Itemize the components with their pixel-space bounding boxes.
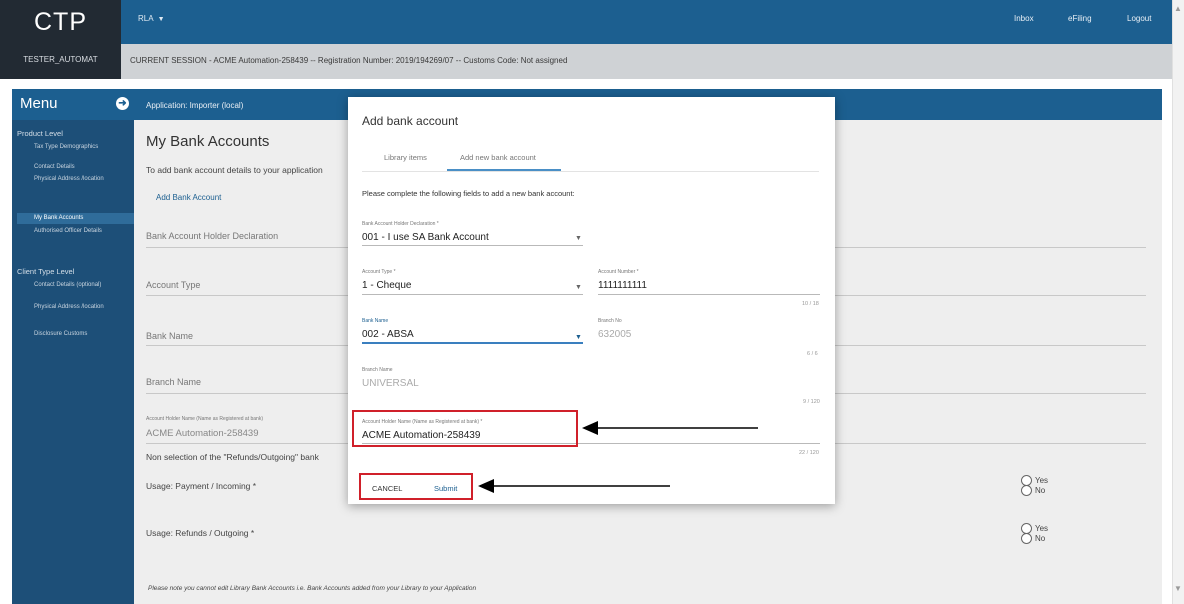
sidebar-item-client-physical-address[interactable]: Physical Address /location bbox=[34, 304, 130, 311]
account-type-select-value[interactable]: 1 - Cheque bbox=[362, 280, 411, 291]
field-label-account-type: Account Type bbox=[146, 280, 201, 290]
bank-name-select-value[interactable]: 002 - ABSA bbox=[362, 329, 414, 340]
usage-payment-label: Usage: Payment / Incoming * bbox=[146, 481, 257, 491]
field-label-bank-name: Bank Name bbox=[146, 331, 194, 341]
menu-title: Menu bbox=[20, 95, 58, 112]
form-instruction: Please complete the following fields to … bbox=[362, 189, 575, 198]
highlight-buttons bbox=[359, 473, 473, 500]
scroll-down-icon[interactable]: ▼ bbox=[1174, 584, 1182, 593]
account-number-label: Account Number * bbox=[598, 269, 639, 275]
sidebar-item-contact-details[interactable]: Contact Details bbox=[34, 164, 130, 171]
menu-toggle-icon[interactable]: ➜ bbox=[116, 97, 129, 110]
chevron-down-icon[interactable]: ▼ bbox=[575, 334, 582, 341]
branch-no-counter: 6 / 6 bbox=[807, 351, 818, 357]
library-note: Please note you cannot edit Library Bank… bbox=[148, 585, 477, 592]
section-product-level: Product Level bbox=[17, 129, 63, 138]
account-number-underline bbox=[598, 294, 820, 295]
application-label: Application: Importer (local) bbox=[146, 101, 244, 110]
dialog-title: Add bank account bbox=[362, 114, 459, 128]
bank-name-label: Bank Name bbox=[362, 318, 389, 324]
sidebar-item-authorised-officer[interactable]: Authorised Officer Details bbox=[34, 228, 130, 235]
field-label-holder-declaration: Bank Account Holder Declaration bbox=[146, 231, 279, 241]
declaration-select-underline bbox=[362, 245, 583, 246]
efiling-link[interactable]: eFiling bbox=[1068, 14, 1092, 23]
logout-link[interactable]: Logout bbox=[1127, 14, 1151, 23]
chevron-down-icon[interactable]: ▼ bbox=[575, 284, 582, 291]
bank-name-select-underline bbox=[362, 342, 583, 344]
menu-header: Menu ➜ bbox=[12, 89, 134, 120]
inbox-link[interactable]: Inbox bbox=[1014, 14, 1034, 23]
branch-name-value: UNIVERSAL bbox=[362, 378, 419, 389]
tab-divider bbox=[362, 171, 819, 172]
role-menu[interactable]: RLA ▼ bbox=[138, 14, 165, 23]
active-tab-indicator bbox=[447, 169, 561, 171]
page-scrollbar[interactable]: ▲ ▼ bbox=[1172, 0, 1184, 604]
arrow-left-icon bbox=[582, 421, 758, 435]
user-id: TESTER_AUTOMAT bbox=[23, 55, 98, 64]
usage-refunds-label: Usage: Refunds / Outgoing * bbox=[146, 528, 255, 538]
branch-name-counter: 9 / 120 bbox=[803, 399, 820, 405]
tab-library-items[interactable]: Library items bbox=[384, 153, 427, 162]
app-logo: CTP bbox=[34, 8, 87, 36]
session-bar: CURRENT SESSION - ACME Automation-258439… bbox=[121, 44, 1172, 79]
declaration-select-value[interactable]: 001 - I use SA Bank Account bbox=[362, 232, 489, 243]
account-type-label: Account Type * bbox=[362, 269, 396, 275]
session-info: CURRENT SESSION - ACME Automation-258439… bbox=[130, 56, 568, 65]
chevron-down-icon: ▼ bbox=[157, 16, 165, 23]
holder-name-counter: 22 / 120 bbox=[799, 450, 819, 456]
branch-no-value: 632005 bbox=[598, 329, 632, 340]
scroll-up-icon[interactable]: ▲ bbox=[1174, 4, 1182, 13]
sidebar-item-physical-address[interactable]: Physical Address /location bbox=[34, 176, 130, 183]
highlight-holder-name bbox=[352, 410, 578, 447]
chevron-down-icon[interactable]: ▼ bbox=[575, 235, 582, 242]
arrow-left-icon bbox=[478, 479, 670, 493]
account-number-input[interactable]: 1111111111 bbox=[598, 280, 647, 291]
page-description: To add bank account details to your appl… bbox=[146, 165, 323, 175]
role-menu-label: RLA bbox=[138, 14, 154, 23]
sidebar: Menu ➜ Product Level Tax Type Demographi… bbox=[12, 89, 134, 604]
usage-refunds-no-radio[interactable] bbox=[1021, 533, 1032, 544]
branch-no-label: Branch No bbox=[598, 318, 622, 324]
page-title: My Bank Accounts bbox=[146, 133, 270, 150]
sidebar-item-contact-details-optional[interactable]: Contact Details (optional) bbox=[34, 282, 130, 289]
account-type-select-underline bbox=[362, 294, 583, 295]
field-label-branch-name: Branch Name bbox=[146, 377, 202, 387]
no-label: No bbox=[1035, 486, 1046, 495]
tab-add-new-bank-account[interactable]: Add new bank account bbox=[460, 153, 536, 162]
usage-payment-no-radio[interactable] bbox=[1021, 485, 1032, 496]
declaration-label: Bank Account Holder Declaration * bbox=[362, 221, 439, 227]
sidebar-item-my-bank-accounts[interactable]: My Bank Accounts bbox=[17, 213, 134, 224]
yes-label: Yes bbox=[1035, 476, 1049, 485]
branch-name-label: Branch Name bbox=[362, 367, 393, 373]
section-client-type-level: Client Type Level bbox=[17, 267, 75, 276]
holder-name-value: ACME Automation-258439 bbox=[146, 428, 259, 439]
yes-label: Yes bbox=[1035, 524, 1049, 533]
sidebar-item-tax-type-demographics[interactable]: Tax Type Demographics bbox=[34, 144, 130, 151]
account-number-counter: 10 / 18 bbox=[802, 301, 819, 307]
nonselection-notice: Non selection of the "Refunds/Outgoing" … bbox=[146, 452, 319, 462]
no-label: No bbox=[1035, 534, 1046, 543]
top-bar: RLA ▼ Inbox eFiling Logout bbox=[0, 0, 1172, 44]
holder-name-label: Account Holder Name (Name as Registered … bbox=[146, 416, 263, 422]
sidebar-item-disclosure-customs[interactable]: Disclosure Customs bbox=[34, 331, 130, 338]
logo-block: CTP TESTER_AUTOMAT bbox=[0, 0, 121, 79]
add-bank-account-link[interactable]: Add Bank Account bbox=[156, 193, 221, 202]
